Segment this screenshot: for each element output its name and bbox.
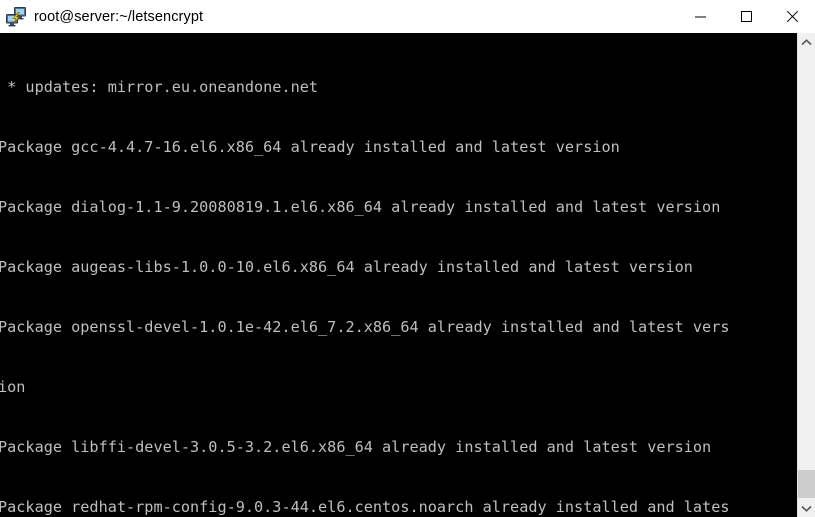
- putty-icon: [5, 6, 27, 28]
- title-bar[interactable]: root@server:~/letsencrypt: [0, 0, 815, 33]
- terminal-screen[interactable]: * updates: mirror.eu.oneandone.net Packa…: [0, 33, 797, 517]
- chevron-down-icon: [801, 505, 812, 512]
- chevron-up-icon: [801, 38, 812, 45]
- terminal-line: Package gcc-4.4.7-16.el6.x86_64 already …: [0, 138, 620, 156]
- terminal-line: Package openssl-devel-1.0.1e-42.el6_7.2.…: [0, 318, 730, 336]
- terminal-line: Package dialog-1.1-9.20080819.1.el6.x86_…: [0, 198, 721, 216]
- terminal-line: * updates: mirror.eu.oneandone.net: [0, 78, 319, 96]
- terminal-line: ion: [0, 378, 26, 396]
- maximize-icon: [740, 11, 752, 22]
- close-icon: [786, 10, 798, 23]
- terminal-line: Package redhat-rpm-config-9.0.3-44.el6.c…: [0, 498, 730, 516]
- scrollbar-thumb[interactable]: [798, 470, 815, 498]
- maximize-button[interactable]: [723, 0, 769, 33]
- close-button[interactable]: [769, 0, 815, 33]
- minimize-button[interactable]: [677, 0, 723, 33]
- terminal-output: * updates: mirror.eu.oneandone.net Packa…: [0, 37, 797, 517]
- terminal-line: Package libffi-devel-3.0.5-3.2.el6.x86_6…: [0, 438, 712, 456]
- vertical-scrollbar[interactable]: [797, 33, 815, 517]
- putty-window: root@server:~/letsencrypt * updates: mir…: [0, 0, 815, 517]
- scroll-up-button[interactable]: [798, 33, 815, 51]
- minimize-icon: [694, 16, 706, 18]
- terminal-line: Package augeas-libs-1.0.0-10.el6.x86_64 …: [0, 258, 693, 276]
- scroll-down-button[interactable]: [798, 499, 815, 517]
- window-title: root@server:~/letsencrypt: [34, 8, 204, 25]
